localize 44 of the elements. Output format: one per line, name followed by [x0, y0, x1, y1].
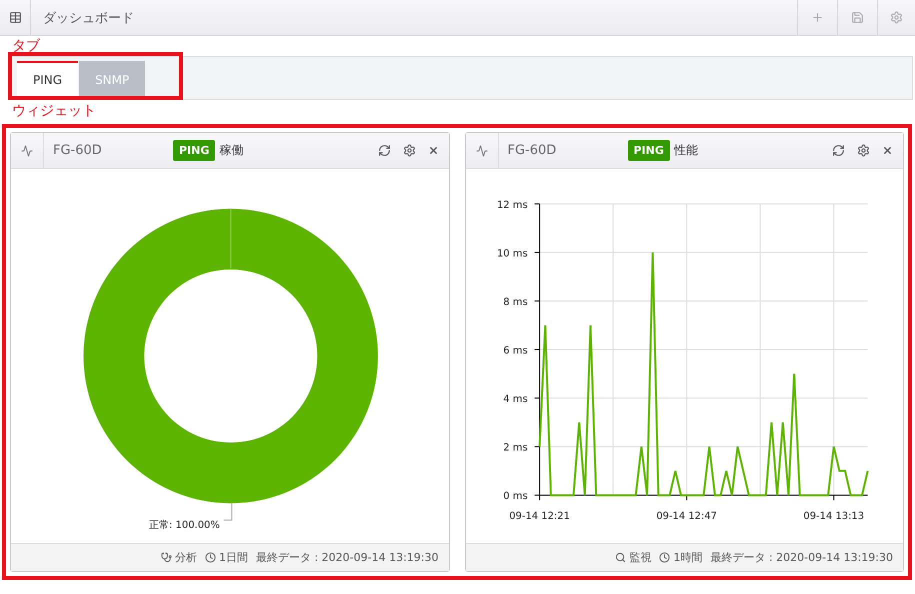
y-tick-label: 10 ms — [496, 248, 528, 260]
stethoscope-icon — [160, 552, 172, 563]
plus-icon — [811, 11, 824, 24]
slice-label: 正常: 100.00% — [149, 520, 220, 532]
y-tick-label: 4 ms — [502, 394, 528, 406]
close-icon[interactable] — [428, 145, 438, 156]
pulse-icon — [21, 144, 33, 156]
x-tick-label: 09-14 12:21 — [508, 511, 570, 522]
settings-icon[interactable] — [402, 144, 416, 157]
close-icon[interactable] — [882, 145, 893, 156]
refresh-icon[interactable] — [378, 144, 390, 157]
widget-title: 稼働 — [219, 142, 244, 159]
footer-text[interactable]: 分析 — [174, 550, 197, 565]
settings-icon[interactable] — [857, 144, 870, 157]
widget-title: 性能 — [674, 142, 698, 159]
y-tick-label: 0 ms — [502, 491, 528, 502]
y-tick-label: 8 ms — [502, 296, 528, 308]
y-tick-label: 12 ms — [496, 200, 528, 211]
x-tick-label: 09-14 13:13 — [802, 511, 864, 522]
leader-line — [223, 502, 232, 521]
pulse-icon — [476, 144, 488, 156]
device-name: FG-60D — [506, 143, 558, 158]
tab[interactable]: PING — [17, 61, 78, 97]
table-icon — [8, 11, 22, 24]
footer-text: 最終データ : 2020-09-14 13:19:30 — [256, 550, 438, 565]
footer-text[interactable]: 監視 — [629, 550, 652, 565]
device-name: FG-60D — [52, 143, 103, 158]
footer-text[interactable]: 1時間 — [673, 550, 702, 565]
x-tick-label: 09-14 12:47 — [656, 511, 717, 522]
y-tick-label: 6 ms — [502, 346, 528, 357]
search-icon — [615, 552, 626, 563]
annotation-label: ウィジェット — [11, 103, 97, 121]
refresh-icon[interactable] — [832, 144, 845, 157]
clock-icon — [659, 552, 670, 563]
annotation-label: タブ — [11, 38, 42, 56]
y-tick-label: 2 ms — [502, 442, 528, 454]
ping-badge: PING — [628, 140, 670, 161]
clock-icon — [204, 552, 216, 563]
footer-text[interactable]: 1日間 — [218, 550, 248, 565]
save-icon — [851, 11, 864, 24]
footer-text: 最終データ : 2020-09-14 13:19:30 — [710, 550, 893, 565]
ping-badge: PING — [173, 140, 216, 161]
page-title: ダッシュボード — [42, 10, 135, 28]
settings-icon — [890, 11, 903, 24]
